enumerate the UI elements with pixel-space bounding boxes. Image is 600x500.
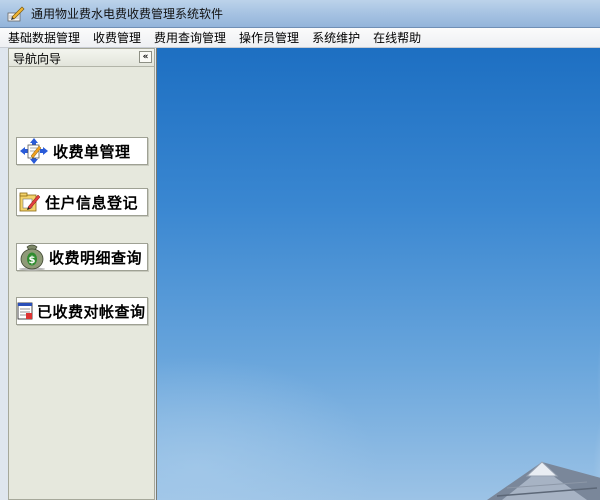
- title-bar[interactable]: 通用物业费水电费收费管理系统软件: [0, 0, 600, 28]
- main-content-area: [156, 48, 600, 500]
- menu-charge-management[interactable]: 收费管理: [93, 29, 141, 46]
- menu-online-help[interactable]: 在线帮助: [373, 29, 421, 46]
- menu-system-maintenance[interactable]: 系统维护: [312, 29, 360, 46]
- nav-button-resident-registration[interactable]: 住户信息登记: [16, 188, 148, 216]
- svg-text:$: $: [29, 255, 36, 266]
- nav-button-charge-details[interactable]: $ 收费明细查询: [16, 243, 148, 271]
- menu-fee-query[interactable]: 费用查询管理: [154, 29, 226, 46]
- nav-header: 导航向导 «: [9, 49, 154, 67]
- money-bag-icon: $: [19, 244, 45, 271]
- folder-edit-icon: [19, 192, 41, 212]
- report-icon: [17, 302, 33, 320]
- nav-button-charge-slips[interactable]: 收费单管理: [16, 137, 148, 165]
- nav-button-label: 收费明细查询: [49, 248, 143, 267]
- menu-operator-management[interactable]: 操作员管理: [239, 29, 299, 46]
- navigation-panel: 导航向导 « 收费单管理 住户信息登记 $ 收费明细查询 已收费对帐查询: [8, 48, 155, 500]
- menu-basic-data[interactable]: 基础数据管理: [8, 29, 80, 46]
- nav-title: 导航向导: [13, 52, 62, 66]
- window-title: 通用物业费水电费收费管理系统软件: [31, 7, 224, 21]
- nav-button-label: 已收费对帐查询: [37, 302, 146, 321]
- app-pencil-icon: [7, 6, 25, 21]
- nav-button-reconciliation-query[interactable]: 已收费对帐查询: [16, 297, 148, 325]
- nav-button-label: 收费单管理: [53, 142, 131, 161]
- menu-bar: 基础数据管理 收费管理 费用查询管理 操作员管理 系统维护 在线帮助: [0, 28, 600, 48]
- nav-button-label: 住户信息登记: [45, 193, 139, 212]
- document-arrows-icon: [20, 138, 48, 164]
- background-house-image: [487, 461, 600, 500]
- collapse-chevron-icon[interactable]: «: [139, 51, 152, 63]
